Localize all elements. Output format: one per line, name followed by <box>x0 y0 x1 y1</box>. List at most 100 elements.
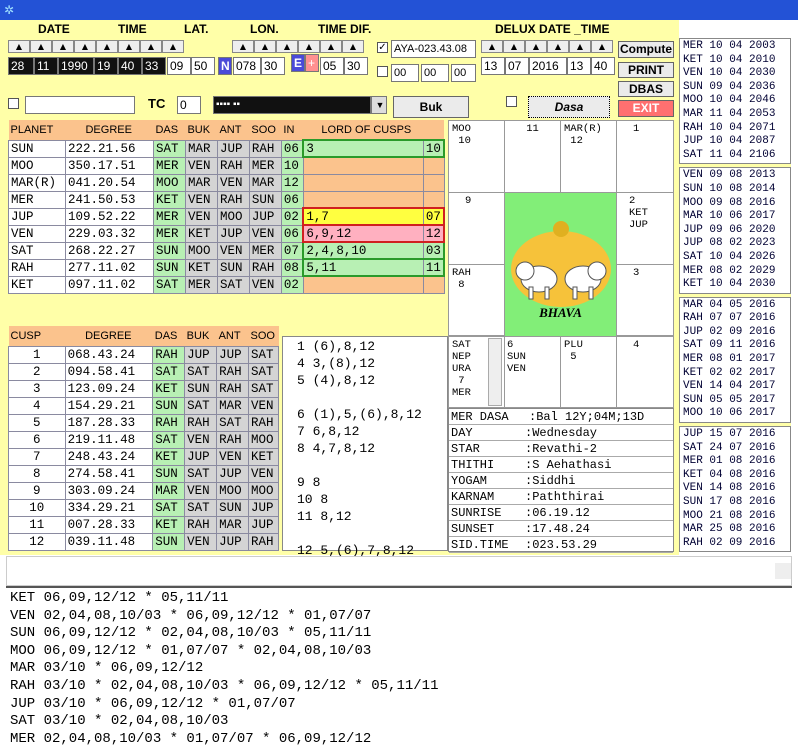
dasa-entry: MAR 11 04 2053 <box>683 107 776 120</box>
spin-up-icon[interactable]: ▲ <box>342 40 364 53</box>
note-field[interactable] <box>25 96 135 114</box>
spin-up-icon[interactable]: ▲ <box>547 40 569 53</box>
lat-min-field[interactable]: 50 <box>191 57 215 75</box>
table-row: 12 039.11.48 SUN VEN JUP RAH <box>8 532 280 551</box>
time-hour-field[interactable]: 19 <box>94 57 118 75</box>
info-value: :17.48.24 <box>525 522 590 536</box>
spin-up-icon[interactable]: ▲ <box>591 40 613 53</box>
date-day-field[interactable]: 28 <box>8 57 34 75</box>
table-cell: 248.43.24 <box>64 447 154 466</box>
spin-up-icon[interactable]: ▲ <box>232 40 254 53</box>
info-label: MER DASA <box>451 410 509 424</box>
table-cell: 187.28.33 <box>64 413 154 432</box>
table-cell: 039.11.48 <box>64 532 154 551</box>
lon-min-field[interactable]: 30 <box>261 57 285 75</box>
table-cell: SAT <box>152 139 186 158</box>
dasa-button[interactable]: Dasa <box>528 96 610 118</box>
delux-year-field[interactable]: 2016 <box>529 57 567 75</box>
lon-deg-field[interactable]: 078 <box>233 57 261 75</box>
print-button[interactable]: PRINT <box>618 62 674 78</box>
time-sec-field[interactable]: 33 <box>142 57 166 75</box>
delux-day-field[interactable]: 13 <box>481 57 505 75</box>
timedif-hour-field[interactable]: 05 <box>320 57 344 75</box>
table-row: KET 097.11.02 SAT MER SAT VEN 02 <box>8 275 445 294</box>
combo-field[interactable]: ▪▪▪▪ ▪▪ <box>213 96 371 114</box>
cell-scrollbar[interactable] <box>488 338 502 406</box>
tc-label: TC <box>148 96 166 111</box>
lon-dir-field[interactable]: E <box>291 54 305 72</box>
blank-field-3[interactable]: 00 <box>451 64 476 82</box>
spin-up-icon[interactable]: ▲ <box>30 40 52 53</box>
spin-up-icon[interactable]: ▲ <box>525 40 547 53</box>
spin-up-icon[interactable]: ▲ <box>298 40 320 53</box>
time-min-field[interactable]: 40 <box>118 57 142 75</box>
dasa-checkbox[interactable] <box>506 96 517 107</box>
table-cell: SAT <box>152 430 186 449</box>
spin-up-icon[interactable]: ▲ <box>96 40 118 53</box>
spin-up-icon[interactable]: ▲ <box>118 40 140 53</box>
date-year-field[interactable]: 1990 <box>58 57 94 75</box>
spin-up-icon[interactable]: ▲ <box>52 40 74 53</box>
col-das: DAS <box>152 326 185 346</box>
table-row: 2 094.58.41 SAT SAT RAH SAT <box>8 362 280 381</box>
spin-up-icon[interactable]: ▲ <box>503 40 525 53</box>
aya-field[interactable]: AYA-023.43.08 <box>391 40 476 58</box>
table-cell: JUP <box>248 207 282 226</box>
note-checkbox[interactable] <box>8 98 19 109</box>
table-cell: MAR <box>216 515 249 534</box>
col-ant: ANT <box>216 326 249 346</box>
blank-field-1[interactable]: 00 <box>391 64 419 82</box>
date-month-field[interactable]: 11 <box>34 57 58 75</box>
lat-deg-field[interactable]: 09 <box>167 57 191 75</box>
table-cell: 109.52.22 <box>64 207 154 226</box>
table-cell: 4 <box>8 396 66 415</box>
compute-button[interactable]: Compute <box>618 41 674 58</box>
spin-up-icon[interactable]: ▲ <box>276 40 298 53</box>
timedif-min-field[interactable]: 30 <box>344 57 368 75</box>
dbas-button[interactable]: DBAS <box>618 81 674 97</box>
blank-field-2[interactable]: 00 <box>421 64 449 82</box>
delux-month-field[interactable]: 07 <box>505 57 529 75</box>
info-row: MER DASA:Bal 12Y;04M;13D <box>449 409 673 425</box>
info-row: DAY:Wednesday <box>449 425 673 441</box>
spin-up-icon[interactable]: ▲ <box>320 40 342 53</box>
exit-button[interactable]: EXIT <box>618 100 674 117</box>
table-cell: MER <box>152 156 186 175</box>
spin-up-icon[interactable]: ▲ <box>481 40 503 53</box>
delux-min-field[interactable]: 40 <box>591 57 615 75</box>
table-cell: 08 <box>280 258 304 277</box>
info-label: SUNSET <box>451 522 495 536</box>
spin-up-icon[interactable]: ▲ <box>569 40 591 53</box>
dasa-entry: SAT 10 04 2026 <box>683 250 776 263</box>
dasa-entry: SUN 10 08 2014 <box>683 182 776 195</box>
spin-up-icon[interactable]: ▲ <box>140 40 162 53</box>
chevron-down-icon[interactable]: ▼ <box>371 96 387 114</box>
aya-checkbox[interactable]: ✓ <box>377 42 388 53</box>
significator-line: 10 8 <box>297 492 329 507</box>
lat-dir-field[interactable]: N <box>218 57 232 75</box>
delux-hour-field[interactable]: 13 <box>567 57 591 75</box>
sign-field[interactable]: + <box>305 54 319 72</box>
spin-row-td: ▲ ▲ <box>320 40 364 53</box>
spin-up-icon[interactable]: ▲ <box>74 40 96 53</box>
scroll-button[interactable] <box>775 563 791 579</box>
info-label: SUNRISE <box>451 506 502 520</box>
spin-up-icon[interactable]: ▲ <box>8 40 30 53</box>
title-bar: ✲ <box>0 0 798 20</box>
lord-cusps: 2,4,8,10 <box>302 241 424 260</box>
tc-field[interactable]: 0 <box>177 96 201 114</box>
buk-button[interactable]: Buk <box>393 96 469 118</box>
table-cell: 12 <box>8 532 66 551</box>
table-cell: VEN <box>184 481 218 500</box>
spin-up-icon[interactable]: ▲ <box>162 40 184 53</box>
info-label: SID.TIME <box>451 538 509 552</box>
table-cell: 268.22.27 <box>64 241 154 260</box>
app-icon: ✲ <box>4 3 15 17</box>
spin-up-icon[interactable]: ▲ <box>254 40 276 53</box>
dasa-entry: SUN 09 04 2036 <box>683 80 776 93</box>
table-cell: MAR <box>248 173 282 192</box>
significator-line: 8 4,7,8,12 <box>297 441 376 456</box>
blank-checkbox[interactable] <box>377 66 388 77</box>
table-cell: VEN <box>216 241 250 260</box>
table-cell: SAT <box>216 413 249 432</box>
